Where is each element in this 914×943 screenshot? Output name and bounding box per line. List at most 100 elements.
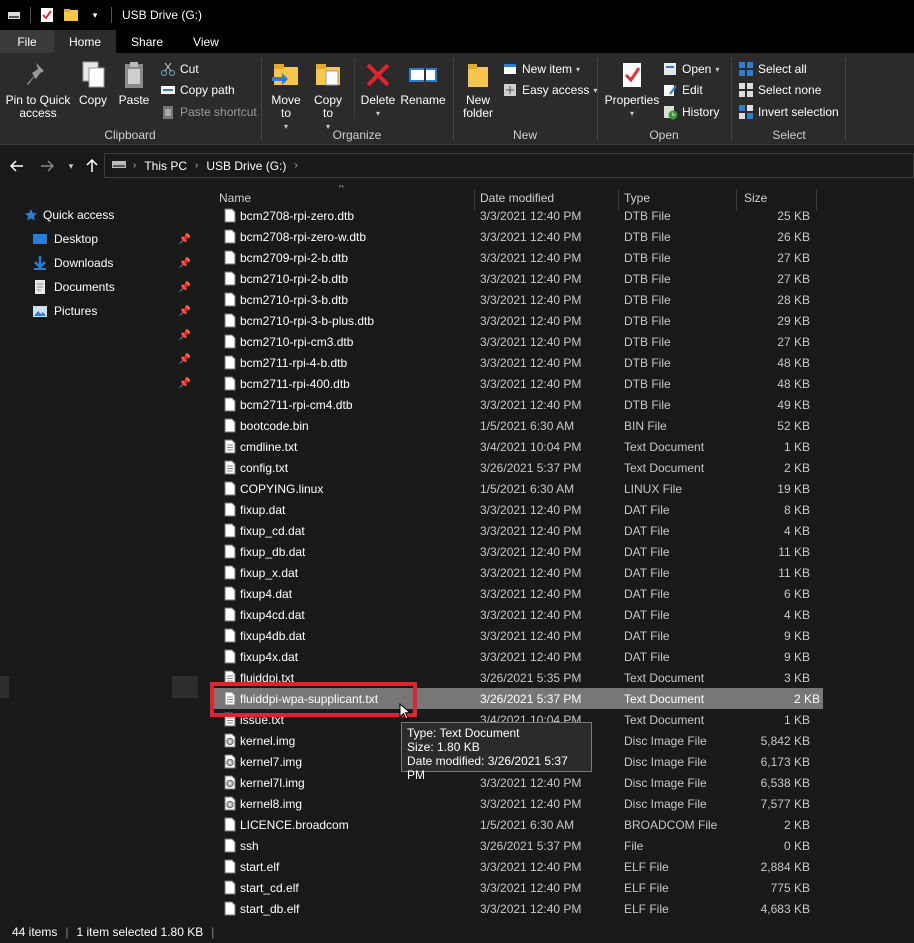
file-icon [224,586,236,601]
pin-icon[interactable]: 📌 [179,258,191,269]
tab-file[interactable]: File [0,30,54,53]
file-row[interactable]: fluiddpi.txt 3/26/2021 5:35 PM Text Docume… [202,667,914,688]
invert-selection-button[interactable]: Invert selection [738,102,839,122]
file-row-selected[interactable]: fluiddpi-wpa-supplicant.txt 3/26/2021 5:3… [212,688,823,709]
select-all-button[interactable]: Select all [738,59,807,79]
file-row[interactable]: bcm2711-rpi-4-b.dtb 3/3/2021 12:40 PM DTB … [202,352,914,373]
sidebar-item-downloads[interactable]: Downloads 📌 [32,252,197,274]
file-name: fixup_db.dat [240,545,306,559]
pin-to-quick-access-button[interactable]: Pin to Quick access [4,59,72,120]
file-row[interactable]: fixup_db.dat 3/3/2021 12:40 PM DAT File 11 … [202,541,914,562]
pin-icon[interactable]: 📌 [179,234,191,245]
sidebar-item-documents[interactable]: Documents 📌 [32,276,197,298]
open-button[interactable]: Open ▾ [662,59,719,79]
file-date-modified: 3/3/2021 12:40 PM [480,587,582,601]
file-row[interactable]: fixup4x.dat 3/3/2021 12:40 PM DAT File 9 KB [202,646,914,667]
file-row[interactable]: fixup_cd.dat 3/3/2021 12:40 PM DAT File 4 K… [202,520,914,541]
select-none-button[interactable]: Select none [738,80,821,100]
file-type: DAT File [624,587,670,601]
file-row[interactable]: cmdline.txt 3/4/2021 10:04 PM Text Documen… [202,436,914,457]
back-arrow-icon[interactable] [8,157,26,175]
nav-pane-scrollbar[interactable] [0,676,9,698]
edit-button[interactable]: Edit [662,80,703,100]
file-row[interactable]: ssh 3/26/2021 5:37 PM File 0 KB [202,835,914,856]
forward-arrow-icon[interactable] [38,157,56,175]
file-type: DAT File [624,545,670,559]
rename-icon [407,59,439,91]
file-icon [224,607,236,622]
tab-share[interactable]: Share [116,30,178,53]
up-arrow-icon[interactable] [83,157,101,175]
file-row[interactable]: fixup_x.dat 3/3/2021 12:40 PM DAT File 11 K… [202,562,914,583]
move-to-button[interactable]: Move to ▾ [268,59,304,133]
column-date-modified[interactable]: Date modified [480,191,554,205]
file-row[interactable]: fixup4db.dat 3/3/2021 12:40 PM DAT File 9 K… [202,625,914,646]
new-folder-icon[interactable] [63,7,79,23]
history-button[interactable]: History [662,102,719,122]
file-icon [224,502,236,517]
file-row[interactable]: start.elf 3/3/2021 12:40 PM ELF File 2,884 … [202,856,914,877]
file-row[interactable]: bootcode.bin 1/5/2021 6:30 AM BIN File 52 K… [202,415,914,436]
file-row[interactable]: bcm2711-rpi-cm4.dtb 3/3/2021 12:40 PM DTB … [202,394,914,415]
sidebar-item-pictures[interactable]: Pictures 📌 [32,300,197,322]
pin-icon[interactable]: 📌 [179,282,191,293]
file-row[interactable]: bcm2708-rpi-zero-w.dtb 3/3/2021 12:40 PM D… [202,226,914,247]
file-row[interactable]: bcm2710-rpi-3-b-plus.dtb 3/3/2021 12:40 P… [202,310,914,331]
file-type: DAT File [624,608,670,622]
copy-button[interactable]: Copy [76,59,110,107]
customize-dropdown-icon[interactable]: ▾ [87,7,103,23]
breadcrumb-usb-drive[interactable]: USB Drive (G:) [206,159,286,173]
pin-icon[interactable]: 📌 [179,378,191,389]
file-row[interactable]: fixup4cd.dat 3/3/2021 12:40 PM DAT File 4 K… [202,604,914,625]
pin-icon[interactable]: 📌 [179,306,191,317]
file-size: 4,683 KB [760,902,810,916]
copy-path-button[interactable]: Copy path [160,80,235,100]
file-row[interactable]: config.txt 3/26/2021 5:37 PM Text Document… [202,457,914,478]
column-name[interactable]: Name [219,191,251,205]
file-row[interactable]: COPYING.linux 1/5/2021 6:30 AM LINUX File 1… [202,478,914,499]
file-row[interactable]: start_db.elf 3/3/2021 12:40 PM ELF File 4,6… [202,898,914,919]
pin-icon[interactable]: 📌 [179,330,191,341]
properties-button[interactable]: Properties ▾ [602,59,662,120]
file-type: DAT File [624,503,670,517]
properties-icon[interactable] [39,7,55,23]
file-row[interactable]: kernel8.img 3/3/2021 12:40 PM Disc Image F… [202,793,914,814]
window-title: USB Drive (G:) [122,8,203,22]
file-row[interactable]: bcm2709-rpi-2-b.dtb 3/3/2021 12:40 PM DTB … [202,247,914,268]
copy-to-button[interactable]: Copy to ▾ [310,59,346,133]
easy-access-button[interactable]: Easy access ▾ [502,80,597,100]
file-row[interactable]: bcm2710-rpi-3-b.dtb 3/3/2021 12:40 PM DTB … [202,289,914,310]
sidebar-item-desktop[interactable]: Desktop 📌 [32,228,197,250]
ribbon: Pin to Quick access Copy Paste Cut Copy … [0,53,914,145]
file-row[interactable]: bcm2710-rpi-cm3.dtb 3/3/2021 12:40 PM DTB … [202,331,914,352]
open-group: Properties ▾ Open ▾ Edit History Open [598,53,730,145]
cut-button[interactable]: Cut [160,59,199,79]
tab-home[interactable]: Home [54,30,117,53]
new-item-button[interactable]: New item ▾ [502,59,580,79]
new-folder-button[interactable]: New folder [458,59,498,120]
breadcrumb-this-pc[interactable]: This PC [144,159,187,173]
rename-button[interactable]: Rename [400,59,446,107]
paste-shortcut-button[interactable]: Paste shortcut [160,102,257,122]
paste-icon [118,59,150,91]
file-row[interactable]: start_cd.elf 3/3/2021 12:40 PM ELF File 775… [202,877,914,898]
recent-locations-chevron-icon[interactable]: ▾ [62,157,80,175]
file-row[interactable]: bcm2711-rpi-400.dtb 3/3/2021 12:40 PM DTB … [202,373,914,394]
file-row[interactable]: fixup4.dat 3/3/2021 12:40 PM DAT File 6 KB [202,583,914,604]
sidebar-item-quick-access[interactable]: Quick access [24,204,224,226]
file-type: File [624,839,644,853]
file-row[interactable]: fixup.dat 3/3/2021 12:40 PM DAT File 8 KB [202,499,914,520]
file-row[interactable]: LICENCE.broadcom 1/5/2021 6:30 AM BROADCOM… [202,814,914,835]
column-type[interactable]: Type [624,191,650,205]
paste-button[interactable]: Paste [116,59,152,107]
column-size[interactable]: Size [744,191,767,205]
delete-button[interactable]: Delete ▾ [358,59,398,120]
drive-icon [111,158,127,173]
file-row[interactable]: bcm2708-rpi-zero.dtb 3/3/2021 12:40 PM DTB… [202,205,914,226]
file-size: 48 KB [777,356,810,370]
address-bar[interactable]: › This PC › USB Drive (G:) › [104,153,914,178]
tab-view[interactable]: View [178,30,234,53]
nav-pane-scroll-thumb[interactable] [172,676,198,698]
file-row[interactable]: bcm2710-rpi-2-b.dtb 3/3/2021 12:40 PM DTB … [202,268,914,289]
pin-icon[interactable]: 📌 [179,354,191,365]
